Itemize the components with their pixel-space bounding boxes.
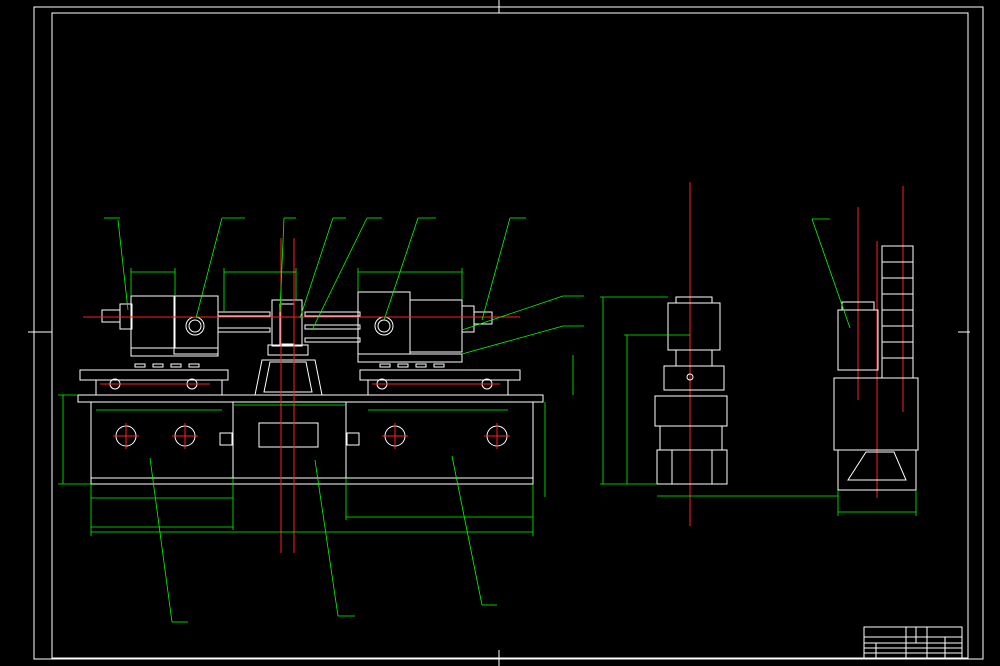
end-view <box>833 186 919 498</box>
bed-window <box>258 422 319 448</box>
cad-drawing <box>28 0 984 666</box>
side-view <box>654 182 728 526</box>
callout-leaders <box>104 217 851 623</box>
drawing-border <box>28 0 984 666</box>
cad-drawing-canvas <box>0 0 1000 666</box>
title-block <box>863 626 963 659</box>
